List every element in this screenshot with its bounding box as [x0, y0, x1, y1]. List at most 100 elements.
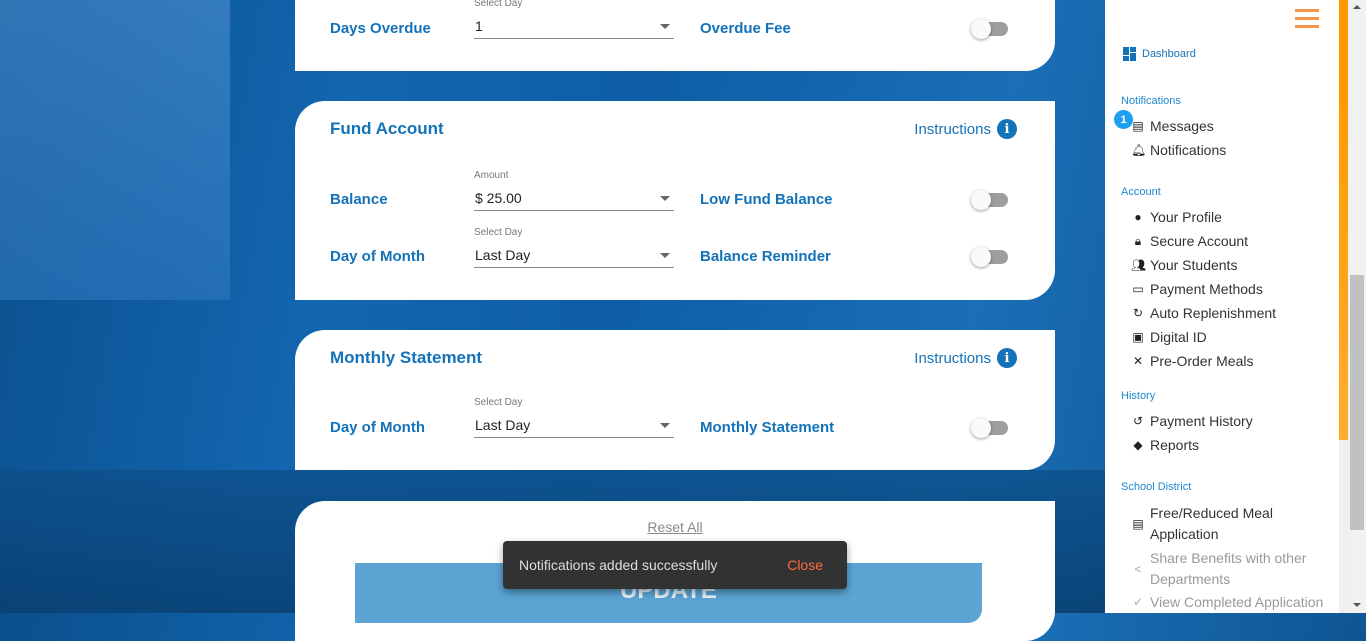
sidebar-item-label: Payment Methods — [1150, 281, 1263, 297]
sidebar-item-label: Departments — [1150, 571, 1231, 587]
lock-icon: 🔒︎ — [1134, 233, 1142, 248]
bell-icon: 🔔︎ — [1131, 143, 1147, 157]
dropdown-arrow-icon — [660, 24, 670, 29]
people-icon: 👥︎ — [1131, 258, 1147, 272]
day-of-month-select[interactable]: Select Day Last Day — [474, 397, 674, 438]
utensils-icon: ✕ — [1132, 354, 1144, 368]
overdue-fee-toggle[interactable] — [971, 19, 1008, 39]
instructions-label: Instructions — [914, 120, 991, 138]
select-caption: Amount — [474, 170, 509, 181]
credit-card-icon: ▭ — [1132, 282, 1144, 296]
day-of-month-select[interactable]: Select Day Last Day — [474, 227, 674, 268]
balance-reminder-toggle[interactable] — [971, 247, 1008, 267]
sidebar-item-label: Your Students — [1150, 257, 1238, 273]
select-caption: Select Day — [474, 0, 523, 9]
account-circle-icon: ● — [1134, 210, 1142, 224]
sidebar-item-label: Pre-Order Meals — [1150, 353, 1254, 369]
clipboard-icon: ▤ — [1132, 516, 1144, 531]
snackbar-message: Notifications added successfully — [519, 557, 718, 573]
hamburger-menu-icon[interactable] — [1295, 9, 1319, 33]
orange-accent-bar — [1339, 0, 1348, 613]
days-overdue-select[interactable]: Select Day 1 — [474, 0, 674, 39]
monthly-statement-toggle[interactable] — [971, 418, 1008, 438]
sidebar: Dashboard Notifications ▤ Messages 1 🔔︎ No… — [1105, 0, 1339, 613]
overdue-card: Days Overdue Select Day 1 Overdue Fee — [295, 0, 1055, 71]
snackbar: Notifications added successfully Close — [503, 541, 847, 589]
sidebar-item-payment-history[interactable]: ↺ Payment History — [1131, 413, 1253, 429]
section-notifications: Notifications — [1121, 95, 1181, 107]
refresh-icon: ↻ — [1132, 306, 1144, 320]
days-overdue-label: Days Overdue — [330, 20, 431, 37]
sidebar-item-label: Share Benefits with other — [1150, 550, 1307, 566]
low-fund-balance-toggle[interactable] — [971, 190, 1008, 210]
fund-account-card: Fund Account Instructions i Balance Amoun… — [295, 101, 1055, 300]
sidebar-item-payment-methods[interactable]: ▭ Payment Methods — [1131, 281, 1263, 297]
balance-reminder-label: Balance Reminder — [700, 248, 831, 265]
dropdown-arrow-icon — [660, 253, 670, 258]
info-icon: i — [997, 348, 1017, 368]
sidebar-item-label: Dashboard — [1142, 48, 1196, 60]
select-caption: Select Day — [474, 397, 523, 408]
sidebar-item-label: Application — [1150, 526, 1219, 542]
section-school-district: School District — [1121, 481, 1192, 493]
sidebar-item-free-reduced-meal[interactable]: ▤ Free/Reduced Meal Application — [1131, 503, 1273, 545]
scroll-down-icon[interactable] — [1353, 603, 1361, 607]
reset-all-link[interactable]: Reset All — [647, 519, 702, 535]
monthly-statement-label: Monthly Statement — [700, 419, 835, 436]
overdue-fee-label: Overdue Fee — [700, 20, 791, 37]
sidebar-item-secure-account[interactable]: 🔒︎ Secure Account — [1131, 233, 1248, 249]
sidebar-item-label: Payment History — [1150, 413, 1253, 429]
sidebar-item-label: Messages — [1150, 118, 1214, 134]
sidebar-item-label: View Completed Application — [1150, 594, 1324, 610]
select-value: $ 25.00 — [475, 190, 522, 206]
check-icon: ✓ — [1132, 595, 1144, 609]
badge-icon: ▣ — [1132, 330, 1144, 344]
sidebar-item-auto-replenishment[interactable]: ↻ Auto Replenishment — [1131, 305, 1276, 321]
sidebar-item-share-benefits[interactable]: < Share Benefits with other Departments — [1131, 548, 1306, 590]
scrollbar-thumb[interactable] — [1350, 275, 1364, 530]
reports-icon: ◆ — [1133, 438, 1143, 452]
sidebar-item-your-students[interactable]: 👥︎ Your Students — [1131, 257, 1237, 273]
scroll-up-icon[interactable] — [1353, 5, 1361, 9]
sidebar-item-dashboard[interactable]: Dashboard — [1123, 47, 1196, 61]
amount-select[interactable]: Amount $ 25.00 — [474, 170, 674, 211]
select-value: Last Day — [475, 247, 531, 263]
select-value: Last Day — [475, 417, 531, 433]
sidebar-item-label: Digital ID — [1150, 329, 1207, 345]
section-account: Account — [1121, 186, 1161, 198]
sidebar-item-digital-id[interactable]: ▣ Digital ID — [1131, 329, 1207, 345]
info-icon: i — [997, 119, 1017, 139]
sidebar-item-messages[interactable]: ▤ Messages — [1131, 118, 1214, 134]
sidebar-item-label: Auto Replenishment — [1150, 305, 1277, 321]
sidebar-item-your-profile[interactable]: ● Your Profile — [1131, 209, 1221, 225]
low-fund-balance-label: Low Fund Balance — [700, 191, 833, 208]
sidebar-item-pre-order-meals[interactable]: ✕ Pre-Order Meals — [1131, 353, 1254, 369]
sidebar-item-label: Free/Reduced Meal — [1150, 505, 1273, 521]
background-window — [0, 0, 230, 300]
select-value: 1 — [475, 18, 483, 34]
scrollbar[interactable] — [1348, 0, 1366, 613]
message-icon: ▤ — [1132, 119, 1144, 133]
day-of-month-label: Day of Month — [330, 419, 425, 436]
monthly-statement-card: Monthly Statement Instructions i Day of M… — [295, 330, 1055, 470]
sidebar-item-view-completed[interactable]: ✓ View Completed Application — [1131, 594, 1323, 610]
sidebar-item-label: Reports — [1150, 437, 1200, 453]
share-icon: < — [1134, 561, 1142, 576]
dashboard-icon — [1123, 47, 1136, 61]
dropdown-arrow-icon — [660, 196, 670, 201]
dropdown-arrow-icon — [660, 423, 670, 428]
sidebar-item-label: Secure Account — [1150, 233, 1249, 249]
day-of-month-label: Day of Month — [330, 248, 425, 265]
sidebar-item-reports[interactable]: ◆ Reports — [1131, 437, 1199, 453]
card-title: Monthly Statement — [330, 348, 483, 367]
instructions-link[interactable]: Instructions i — [914, 119, 1017, 139]
snackbar-close-button[interactable]: Close — [787, 557, 823, 573]
section-history: History — [1121, 390, 1156, 402]
instructions-label: Instructions — [914, 349, 991, 367]
card-title: Fund Account — [330, 119, 444, 138]
balance-label: Balance — [330, 191, 388, 208]
sidebar-item-notifications[interactable]: 🔔︎ Notifications — [1131, 142, 1226, 158]
instructions-link[interactable]: Instructions i — [914, 348, 1017, 368]
select-caption: Select Day — [474, 227, 523, 238]
sidebar-item-label: Notifications — [1150, 142, 1227, 158]
